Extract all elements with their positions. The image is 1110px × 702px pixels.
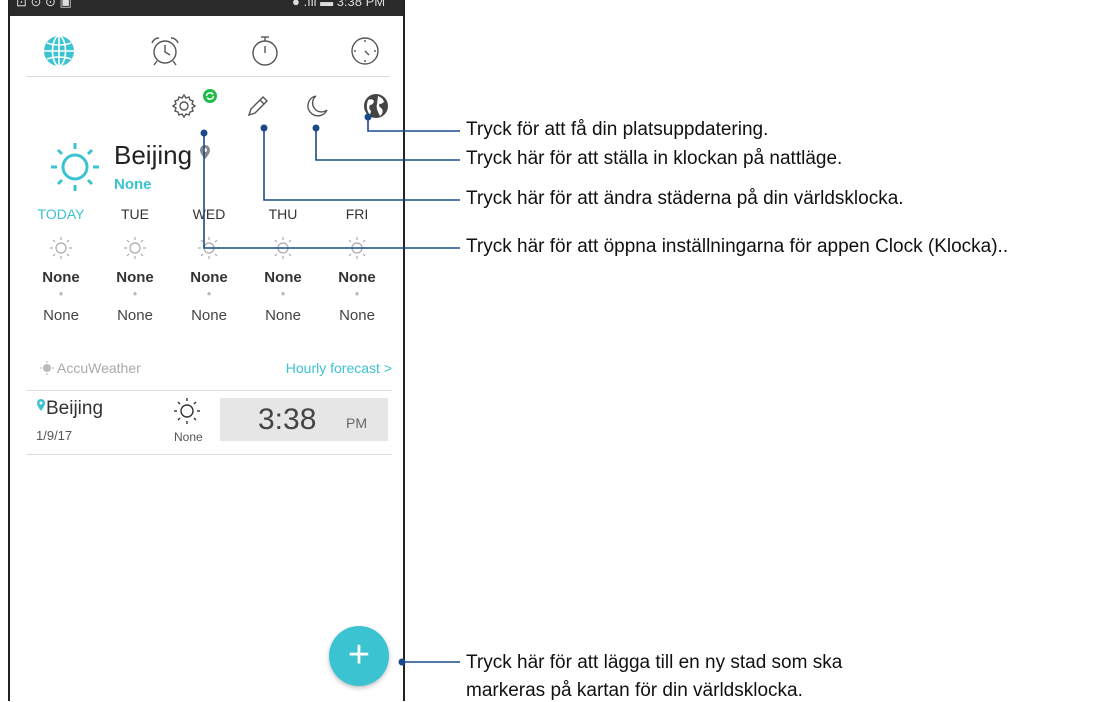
callout-line-night — [315, 128, 460, 161]
callout-edit-text: Tryck här för att ändra städerna på din … — [466, 188, 904, 209]
callout-lines — [200, 113, 460, 666]
callout-night-text: Tryck här för att ställa in klockan på n… — [466, 148, 843, 169]
callout-dot-location — [364, 113, 372, 121]
callout-settings-text: Tryck här för att öppna inställningarna … — [466, 236, 1009, 257]
callout-add-text-2: markeras på kartan för din världsklocka. — [466, 680, 803, 701]
callout-add-text-1: Tryck här för att lägga till en ny stad … — [466, 652, 843, 673]
callout-dot-edit — [260, 124, 268, 132]
callout-dot-add — [398, 658, 406, 666]
callout-line-edit — [263, 128, 460, 201]
callout-location-text: Tryck för att få din platsuppdatering. — [466, 119, 769, 140]
callout-line-location — [367, 117, 460, 132]
callout-line-settings — [203, 133, 460, 249]
callout-dot-night — [312, 124, 320, 132]
callout-dot-settings — [200, 129, 208, 137]
